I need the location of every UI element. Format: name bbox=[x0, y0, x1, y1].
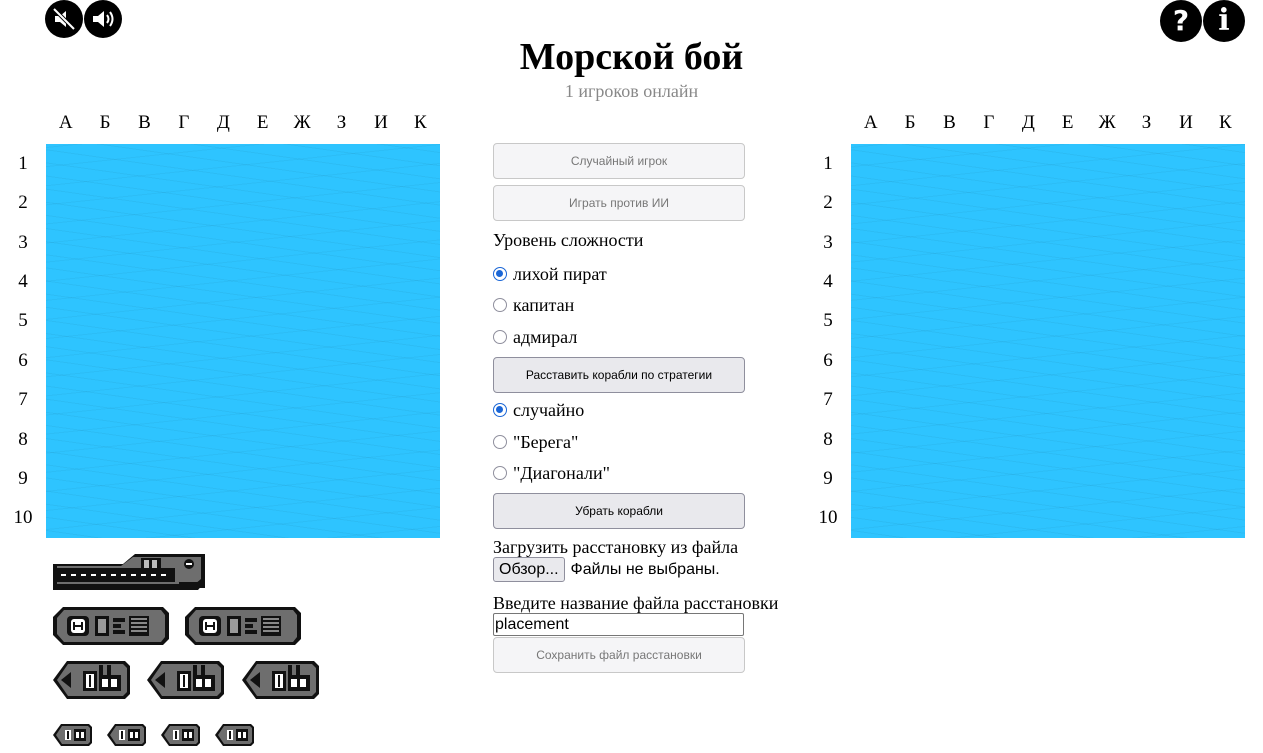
row-label: 7 bbox=[18, 389, 28, 411]
enemy-board: А Б В Г Д Е Ж З И К 1 2 3 4 5 6 7 8 9 10 bbox=[805, 108, 1245, 540]
column-label: Д bbox=[1021, 112, 1035, 133]
row-labels: 1 2 3 4 5 6 7 8 9 10 bbox=[805, 144, 851, 538]
strategy-option-shores[interactable]: "Берега" bbox=[493, 430, 578, 454]
sound-on-icon[interactable] bbox=[84, 0, 122, 38]
row-label: 6 bbox=[823, 349, 833, 371]
page-title: Морской бой bbox=[519, 36, 744, 78]
column-label: А bbox=[58, 112, 73, 133]
row-label: 4 bbox=[18, 270, 28, 292]
row-label: 9 bbox=[18, 467, 28, 489]
enemy-water-grid[interactable] bbox=[851, 144, 1245, 538]
column-label: Ж bbox=[293, 112, 311, 133]
place-by-strategy-button[interactable]: Расставить корабли по стратегии bbox=[493, 357, 745, 393]
play-vs-ai-button[interactable]: Играть против ИИ bbox=[493, 185, 745, 221]
difficulty-radio[interactable] bbox=[493, 330, 507, 344]
column-label: Б bbox=[99, 112, 111, 133]
sound-off-icon[interactable] bbox=[45, 0, 83, 38]
row-label: 3 bbox=[18, 231, 28, 253]
ship-1-deck[interactable] bbox=[107, 724, 146, 746]
difficulty-radio[interactable] bbox=[493, 298, 507, 312]
column-label: Ж bbox=[1098, 112, 1116, 133]
column-label: И bbox=[374, 112, 388, 133]
strategy-radio[interactable] bbox=[493, 435, 507, 449]
column-label: В bbox=[943, 112, 956, 133]
row-label: 6 bbox=[18, 349, 28, 371]
ship-4-deck[interactable] bbox=[53, 552, 208, 592]
filename-label: Введите название файла расстановки bbox=[493, 593, 779, 613]
help-glyph: ? bbox=[1172, 4, 1190, 37]
strategy-option-label: случайно bbox=[513, 399, 585, 420]
player-water-grid[interactable] bbox=[46, 144, 440, 538]
ship-2-deck[interactable] bbox=[53, 661, 130, 699]
strategy-radio[interactable] bbox=[493, 403, 507, 417]
row-label: 9 bbox=[823, 467, 833, 489]
ship-3-deck[interactable] bbox=[185, 607, 301, 645]
column-labels: АБВГДЕЖЗИК bbox=[851, 108, 1245, 138]
difficulty-option-label: адмирал bbox=[513, 326, 578, 347]
column-label: Г bbox=[983, 112, 995, 133]
ship-1-deck[interactable] bbox=[215, 724, 254, 746]
strategy-option-label: "Диагонали" bbox=[513, 462, 610, 483]
row-label: 8 bbox=[18, 428, 28, 450]
row-label: 1 bbox=[823, 152, 833, 174]
row-label: 7 bbox=[823, 389, 833, 411]
browse-button[interactable]: Обзор... bbox=[493, 557, 565, 582]
player-board: А Б В Г Д Е Ж З И К 1 2 3 4 5 6 7 8 9 10 bbox=[0, 108, 440, 540]
row-label: 10 bbox=[13, 507, 33, 529]
row-label: 2 bbox=[18, 192, 28, 214]
column-label: И bbox=[1179, 112, 1193, 133]
difficulty-option-admiral[interactable]: адмирал bbox=[493, 325, 577, 349]
online-count: 1 игроков онлайн bbox=[564, 81, 699, 101]
file-picker: Обзор... Файлы не выбраны. bbox=[493, 557, 720, 582]
column-label: А bbox=[863, 112, 878, 133]
strategy-option-label: "Берега" bbox=[513, 431, 579, 452]
info-glyph: i bbox=[1218, 3, 1230, 38]
ship-1-deck[interactable] bbox=[161, 724, 200, 746]
row-labels: 1 2 3 4 5 6 7 8 9 10 bbox=[0, 144, 46, 538]
column-label: З bbox=[336, 112, 347, 133]
column-label: В bbox=[138, 112, 151, 133]
file-status: Файлы не выбраны. bbox=[570, 560, 720, 578]
row-label: 8 bbox=[823, 428, 833, 450]
row-label: 1 bbox=[18, 152, 28, 174]
difficulty-label: Уровень сложности bbox=[493, 230, 644, 250]
column-label: Г bbox=[178, 112, 190, 133]
strategy-option-random[interactable]: случайно bbox=[493, 398, 584, 422]
ship-1-deck[interactable] bbox=[53, 724, 92, 746]
column-label: Б bbox=[904, 112, 916, 133]
row-label: 5 bbox=[18, 310, 28, 332]
save-placement-button[interactable]: Сохранить файл расстановки bbox=[493, 637, 745, 673]
filename-input[interactable] bbox=[493, 613, 744, 636]
ship-2-deck[interactable] bbox=[242, 661, 319, 699]
row-label: 3 bbox=[823, 231, 833, 253]
ship-2-deck[interactable] bbox=[147, 661, 224, 699]
column-label: Д bbox=[216, 112, 230, 133]
column-label: Е bbox=[256, 112, 269, 133]
column-labels: АБВГДЕЖЗИК bbox=[46, 108, 440, 138]
row-label: 5 bbox=[823, 310, 833, 332]
difficulty-option-pirate[interactable]: лихой пират bbox=[493, 262, 607, 286]
row-label: 2 bbox=[823, 192, 833, 214]
difficulty-radio[interactable] bbox=[493, 267, 507, 281]
remove-ships-button[interactable]: Убрать корабли bbox=[493, 493, 745, 529]
load-placement-label: Загрузить расстановку из файла bbox=[493, 537, 739, 557]
strategy-radio[interactable] bbox=[493, 466, 507, 480]
column-label: К bbox=[1219, 112, 1232, 133]
row-label: 4 bbox=[823, 270, 833, 292]
strategy-option-diagonals[interactable]: "Диагонали" bbox=[493, 461, 610, 485]
row-label: 10 bbox=[818, 507, 838, 529]
column-label: К bbox=[414, 112, 427, 133]
column-label: Е bbox=[1061, 112, 1074, 133]
difficulty-option-label: капитан bbox=[513, 294, 575, 315]
column-label: З bbox=[1141, 112, 1152, 133]
ship-3-deck[interactable] bbox=[53, 607, 169, 645]
difficulty-option-captain[interactable]: капитан bbox=[493, 293, 574, 317]
difficulty-option-label: лихой пират bbox=[513, 263, 607, 284]
random-player-button[interactable]: Случайный игрок bbox=[493, 143, 745, 179]
